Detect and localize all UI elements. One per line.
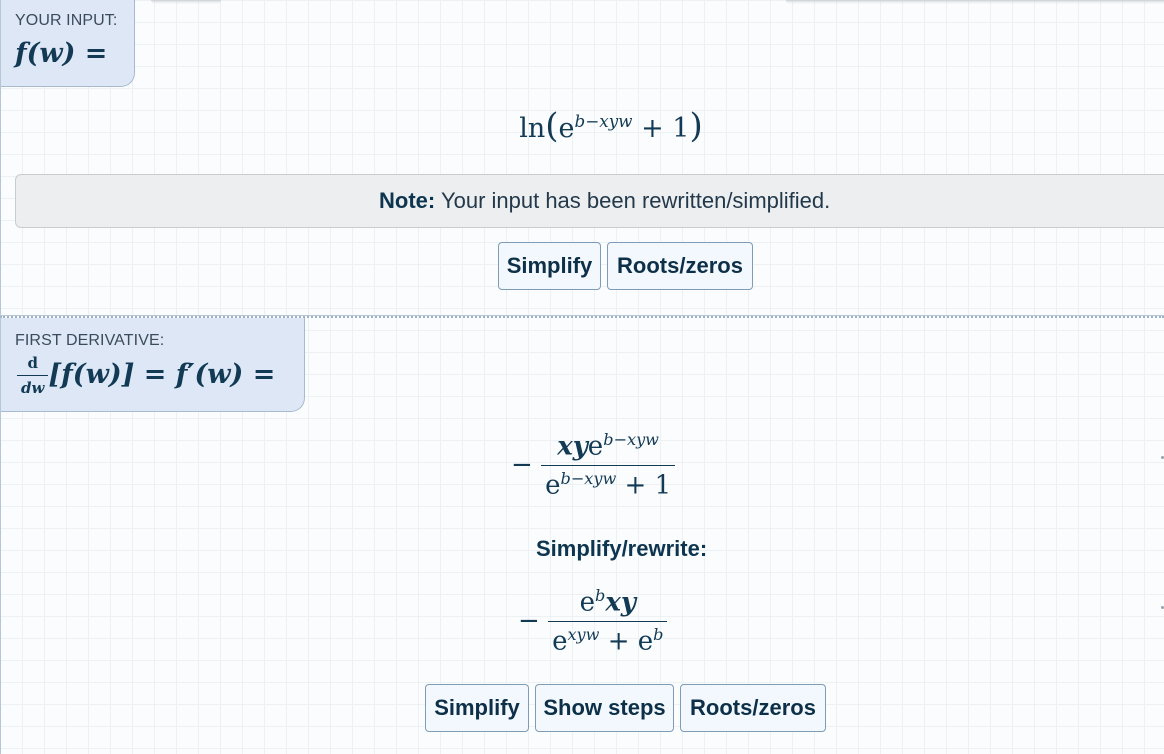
simplify-heading: Simplify/rewrite: xyxy=(536,536,708,561)
exp-exponent: b−xyw xyxy=(574,111,633,131)
simplified-num-exponent: b xyxy=(595,586,606,605)
denominator-exponent: b−xyw xyxy=(560,468,617,488)
derivative-roots-zeros-button[interactable]: Roots/zeros xyxy=(680,684,826,732)
derivative-result: − xyeb−xyw eb−xyw + 1 xyxy=(511,430,676,501)
denominator-plus-one: + 1 xyxy=(624,470,672,501)
top-shadow-left xyxy=(151,0,221,4)
note-label: Note: xyxy=(379,188,436,213)
note-text: Your input has been rewritten/simplified… xyxy=(440,188,831,213)
ln-operator: ln xyxy=(519,113,546,144)
numerator-exponent: b−xyw xyxy=(603,430,659,449)
roots-zeros-button[interactable]: Roots/zeros xyxy=(607,242,753,290)
input-label-tab: YOUR INPUT: f(w) = xyxy=(1,0,135,87)
input-expression: ln(eb−xyw + 1) xyxy=(519,106,703,146)
show-steps-button[interactable]: Show steps xyxy=(535,684,674,732)
derivative-notation: [f(w)] = f′(w) = xyxy=(48,359,276,390)
derivative-lhs: d dw [f(w)] = f′(w) = xyxy=(17,354,275,397)
derivative-label-tab: FIRST DERIVATIVE: d dw [f(w)] = f′(w) = xyxy=(1,318,305,412)
input-caption: YOUR INPUT: xyxy=(15,12,118,29)
d-denominator: dw xyxy=(21,379,45,397)
plus-one: + 1 xyxy=(641,113,690,144)
top-shadow-right xyxy=(786,0,1164,4)
simplified-result: − ebxy exyw + eb xyxy=(518,586,668,657)
derivative-simplify-button[interactable]: Simplify xyxy=(425,684,529,732)
derivative-caption: FIRST DERIVATIVE: xyxy=(15,332,165,349)
simplified-minus: − xyxy=(518,606,540,637)
d-numerator: d xyxy=(27,354,38,372)
input-section: YOUR INPUT: f(w) = ln(eb−xyw + 1) Note: … xyxy=(0,0,1164,316)
calculator-page: YOUR INPUT: f(w) = ln(eb−xyw + 1) Note: … xyxy=(0,0,1164,754)
rewrite-note: Note: Your input has been rewritten/simp… xyxy=(15,174,1164,228)
simplified-den-plus: + xyxy=(607,626,630,657)
simplified-den-base2: e xyxy=(637,626,654,657)
exp-base: e xyxy=(558,113,575,144)
simplified-num-vars: xy xyxy=(605,587,636,618)
minus-sign: − xyxy=(511,450,533,481)
derivative-section: FIRST DERIVATIVE: d dw [f(w)] = f′(w) = … xyxy=(0,316,1164,754)
simplified-den-exponent1: xyw xyxy=(567,624,600,644)
denominator-exp-base: e xyxy=(545,470,561,501)
simplified-den-exponent2: b xyxy=(653,624,664,644)
function-label: f(w) = xyxy=(15,38,108,69)
simplified-num-base: e xyxy=(579,587,595,618)
simplified-den-base1: e xyxy=(552,626,568,657)
numerator-vars: xy xyxy=(557,431,588,462)
simplify-button[interactable]: Simplify xyxy=(498,242,601,290)
numerator-exp-base: e xyxy=(587,431,604,462)
